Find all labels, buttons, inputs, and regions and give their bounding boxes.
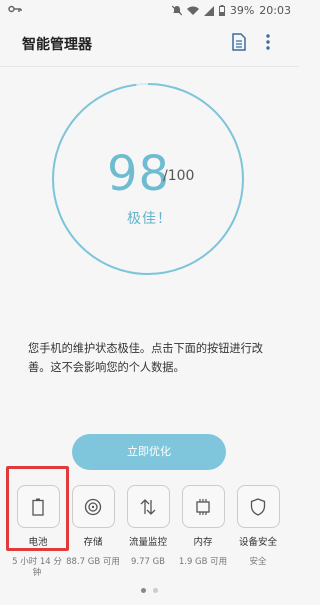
score-value: 98 — [107, 146, 171, 202]
score-rating: 极佳！ — [127, 211, 172, 227]
wifi-icon — [186, 6, 199, 16]
tile-data-usage[interactable]: 流量监控 — [121, 485, 175, 548]
app-bar: 智能管理器 — [0, 22, 299, 66]
optimize-button[interactable]: 立即优化 — [72, 434, 226, 470]
page-title: 智能管理器 — [22, 37, 92, 53]
tile-label: 存储 — [83, 537, 103, 548]
storage-value: 88.7 GB 可用 — [66, 557, 120, 567]
mute-icon — [171, 5, 182, 16]
storage-icon — [71, 485, 115, 528]
data-usage-value: 9.77 GB — [130, 557, 166, 567]
tile-device-security[interactable]: 设备安全 — [231, 485, 285, 548]
signal-icon — [203, 5, 214, 16]
more-vert-icon[interactable] — [263, 32, 273, 52]
battery-icon — [218, 5, 225, 16]
page-dot-active[interactable] — [141, 588, 146, 593]
data-usage-icon — [126, 485, 170, 528]
header-divider — [0, 66, 299, 67]
status-message: 您手机的维护状态极佳。点击下面的按钮进行改善。这不会影响您的个人数据。 — [28, 342, 263, 374]
page-dot[interactable] — [153, 588, 158, 593]
tile-memory[interactable]: 内存 — [176, 485, 230, 548]
shield-icon — [236, 485, 280, 528]
tile-label: 流量监控 — [128, 537, 167, 548]
page-indicator — [0, 588, 299, 596]
status-bar: 39% 20:03 — [0, 0, 299, 22]
score-max: /100 — [163, 168, 195, 184]
tile-storage[interactable]: 存储 — [66, 485, 120, 548]
document-icon[interactable] — [231, 33, 247, 51]
memory-value: 1.9 GB 可用 — [178, 557, 228, 567]
score-display: 98 /100 — [97, 150, 217, 210]
tile-label: 内存 — [193, 537, 213, 548]
battery-time-value: 5 小时 14 分钟 — [12, 557, 62, 578]
security-value: 安全 — [249, 557, 267, 567]
clock: 20:03 — [259, 4, 291, 17]
battery-percent: 39% — [229, 4, 255, 17]
tile-label: 设备安全 — [238, 537, 277, 548]
tile-values: 5 小时 14 分钟 88.7 GB 可用 9.77 GB 1.9 GB 可用 … — [0, 557, 299, 585]
memory-chip-icon — [181, 485, 225, 528]
battery-tile-highlight — [6, 466, 69, 551]
key-icon — [8, 5, 22, 13]
